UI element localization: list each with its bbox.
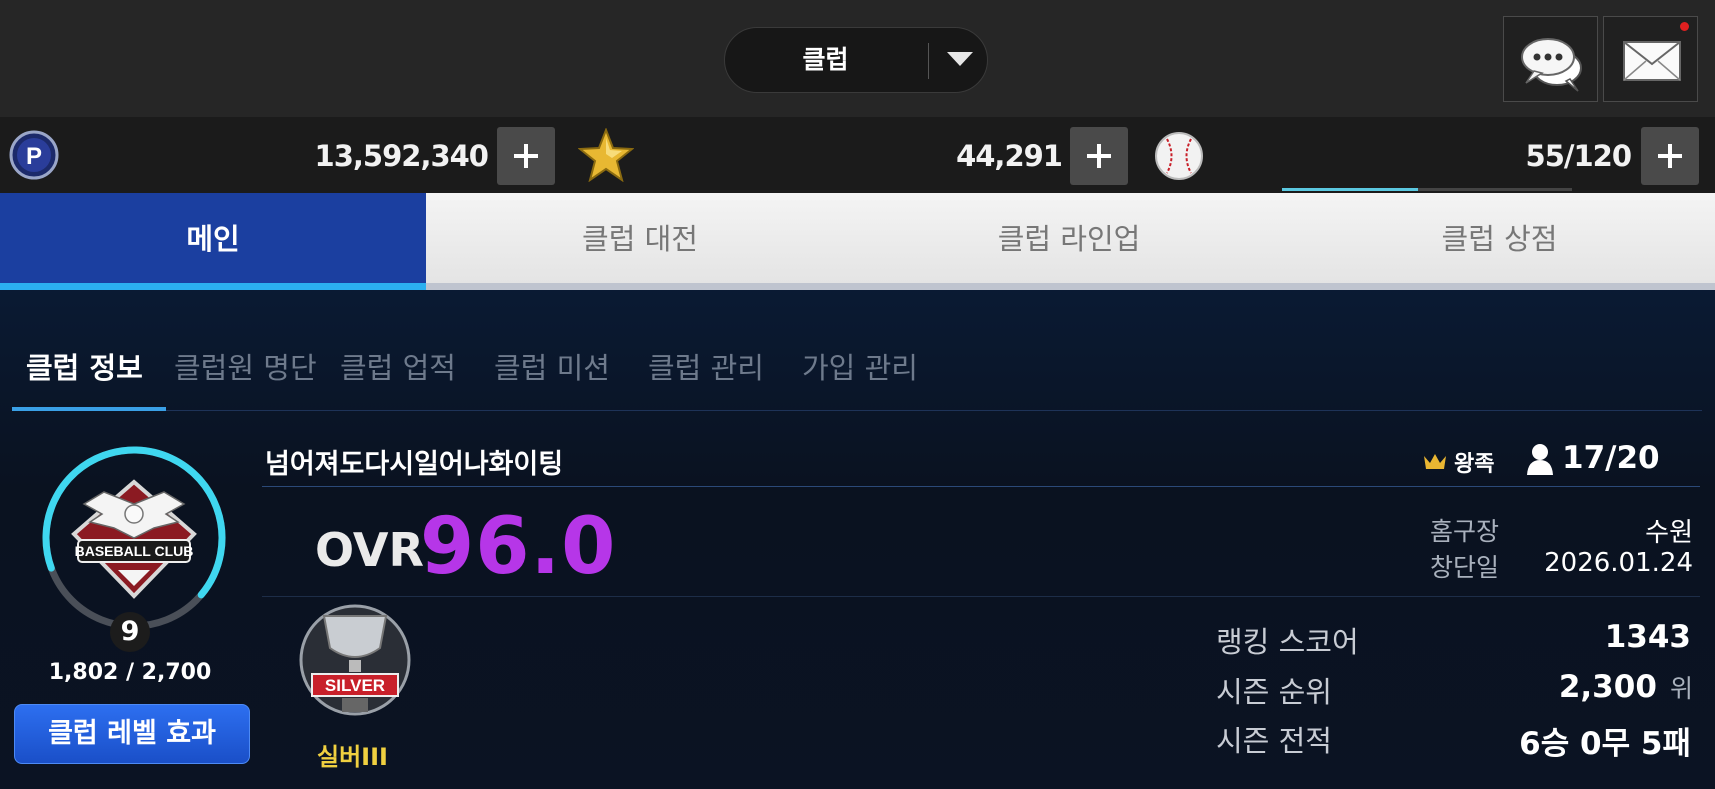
club-name: 넘어져도다시일어나화이팅 — [265, 449, 564, 480]
stars-amount: 44,291 — [956, 139, 1063, 173]
svg-text:P: P — [26, 143, 42, 170]
balls-progress-fill — [1282, 188, 1419, 191]
club-level-badge: 9 — [110, 612, 150, 652]
ranking-score-label: 랭킹 스코어 — [1216, 625, 1359, 659]
info-divider — [262, 596, 1700, 597]
tier-label: 실버III — [317, 743, 388, 771]
tier-badge-text: SILVER — [325, 676, 385, 695]
notification-dot — [1680, 22, 1689, 31]
active-subtab-underline — [12, 407, 166, 411]
season-rank-unit: 위 — [1669, 674, 1693, 703]
club-level-effect-button[interactable]: 클럽 레벨 효과 — [14, 704, 250, 764]
tab-main[interactable]: 메인 — [0, 193, 426, 285]
club-grade: 왕족 — [1454, 452, 1495, 477]
add-points-button[interactable] — [497, 127, 555, 185]
subtab-club-missions[interactable]: 클럽 미션 — [494, 345, 610, 387]
tier-badge: SILVER — [299, 604, 411, 716]
chat-button[interactable] — [1503, 16, 1598, 102]
ranking-score-value: 1343 — [1604, 619, 1691, 655]
dropdown-divider — [928, 43, 929, 79]
subtab-member-list[interactable]: 클럽원 명단 — [174, 345, 317, 387]
tab-club-battle[interactable]: 클럽 대전 — [426, 193, 854, 285]
chevron-down-icon — [947, 52, 973, 66]
balls-amount: 55/120 — [1525, 139, 1632, 173]
mail-button[interactable] — [1603, 16, 1698, 102]
founded-value: 2026.01.24 — [1544, 548, 1693, 578]
chat-icon — [1521, 38, 1582, 92]
star-icon — [578, 128, 634, 182]
tab-club-lineup[interactable]: 클럽 라인업 — [854, 193, 1284, 285]
subtab-join-manage[interactable]: 가입 관리 — [802, 345, 918, 387]
balls-progress-track — [1282, 188, 1572, 191]
baseball-icon — [1155, 132, 1203, 180]
club-menu-label: 클럽 — [802, 45, 849, 74]
ovr-label: OVR — [315, 523, 424, 577]
club-emblem: BASEBALL CLUB — [71, 479, 197, 599]
add-balls-button[interactable] — [1641, 127, 1699, 185]
crown-icon — [1424, 454, 1446, 469]
member-count: 17/20 — [1562, 440, 1660, 476]
season-rank-value: 2,300 — [1558, 669, 1657, 705]
founded-label: 창단일 — [1430, 553, 1500, 582]
home-stadium-label: 홈구장 — [1430, 517, 1500, 546]
subtab-club-achievements[interactable]: 클럽 업적 — [340, 345, 456, 387]
active-tab-underline — [0, 283, 426, 290]
season-rank: 2,300 위 — [1559, 669, 1693, 705]
tab-bottom-line — [426, 283, 1715, 290]
main-tabs: 메인 클럽 대전 클럽 라인업 클럽 상점 — [0, 193, 1715, 290]
emblem-text: BASEBALL CLUB — [75, 543, 194, 559]
club-exp: 1,802 / 2,700 — [48, 660, 212, 685]
subtab-club-manage[interactable]: 클럽 관리 — [648, 345, 764, 387]
currency-bar — [0, 117, 1715, 193]
tab-club-shop[interactable]: 클럽 상점 — [1284, 193, 1715, 285]
subtab-divider — [12, 410, 1702, 411]
season-record-label: 시즌 전적 — [1216, 724, 1332, 758]
p-coin-icon: P — [9, 130, 59, 180]
points-amount: 13,592,340 — [314, 139, 489, 173]
add-stars-button[interactable] — [1070, 127, 1128, 185]
club-menu-dropdown[interactable]: 클럽 — [724, 27, 988, 93]
home-stadium-value: 수원 — [1645, 518, 1693, 548]
season-record-value: 6승 0무 5패 — [1519, 726, 1691, 762]
member-icon — [1527, 444, 1553, 475]
name-divider — [262, 486, 1700, 487]
ovr-value: 96.0 — [420, 502, 617, 592]
season-rank-label: 시즌 순위 — [1216, 675, 1332, 709]
subtab-club-info[interactable]: 클럽 정보 — [26, 345, 143, 387]
